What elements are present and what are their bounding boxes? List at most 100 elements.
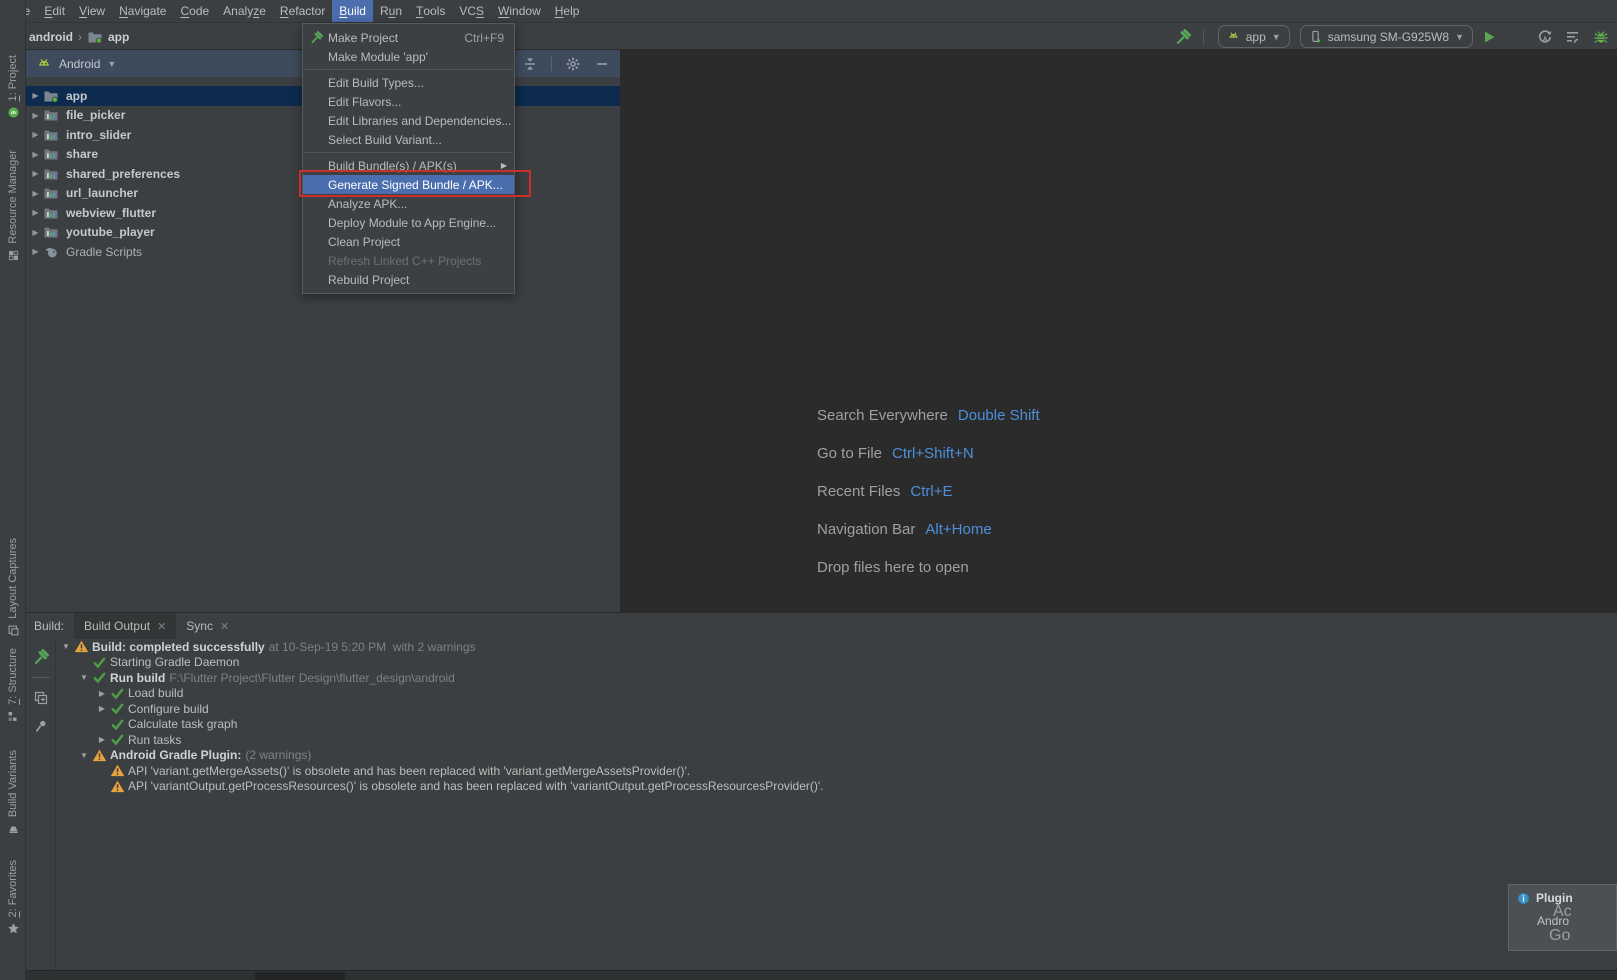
expand-chevron-icon[interactable]: ▶ — [29, 91, 42, 100]
menu-tools[interactable]: Tools — [409, 0, 452, 22]
menu-vcs[interactable]: VCS — [452, 0, 491, 22]
pin-icon[interactable] — [33, 718, 49, 734]
menu-run[interactable]: Run — [373, 0, 409, 22]
hammer-icon — [1175, 29, 1191, 45]
notification-balloon[interactable]: Plugin Ac Andro Go — [1508, 884, 1617, 951]
resource-manager-icon — [7, 249, 20, 262]
menu-help[interactable]: Help — [548, 0, 587, 22]
menu-code[interactable]: Code — [173, 0, 216, 22]
android-studio-window: FileEditViewNavigateCodeAnalyzeRefactorB… — [0, 0, 1617, 980]
menu-item-build-bundle-s-apk-s[interactable]: Build Bundle(s) / APK(s)▶ — [303, 156, 514, 175]
expand-chevron-icon[interactable]: ▶ — [29, 189, 42, 198]
menu-item-refresh-linked-c-projects[interactable]: Refresh Linked C++ Projects — [303, 251, 514, 270]
tree-item-label: webview_flutter — [66, 206, 156, 220]
build-menu-popup: Make ProjectCtrl+F9 Make Module 'app' Edit… — [302, 23, 515, 294]
close-tab-icon[interactable]: ✕ — [157, 620, 166, 633]
expand-chevron-icon[interactable]: ▶ — [29, 150, 42, 159]
tab-sync[interactable]: Sync✕ — [176, 613, 239, 639]
tool-window-button-2-favorites[interactable]: 2: Favorites — [0, 860, 26, 935]
log-text: API 'variantOutput.getProcessResources()… — [128, 779, 824, 793]
close-tab-icon[interactable]: ✕ — [220, 620, 229, 633]
expander-right-icon[interactable]: ▶ — [94, 735, 110, 744]
build-log-line: ▼Build: completed successfullyat 10-Sep-… — [57, 639, 1617, 655]
log-text-muted: at 10-Sep-19 5:20 PM with 2 warnings — [269, 640, 476, 654]
expander-right-icon[interactable]: ▶ — [94, 689, 110, 698]
tool-window-button-build-variants[interactable]: Build Variants — [0, 750, 26, 835]
menu-item-edit-build-types[interactable]: Edit Build Types... — [303, 73, 514, 92]
expander-down-icon[interactable]: ▼ — [76, 751, 92, 760]
menu-item-make-module-app[interactable]: Make Module 'app' — [303, 47, 514, 66]
menu-window[interactable]: Window — [491, 0, 548, 22]
gear-icon[interactable] — [565, 56, 581, 72]
expand-chevron-icon[interactable]: ▶ — [29, 208, 42, 217]
tool-window-button-layout-captures[interactable]: Layout Captures — [0, 538, 26, 637]
log-text: Configure build — [128, 702, 209, 716]
menu-item-edit-libraries-and-dependencies[interactable]: Edit Libraries and Dependencies... — [303, 111, 514, 130]
build-log-line: ▶ Configure build — [57, 701, 1617, 717]
build-hammer-button[interactable] — [1172, 26, 1194, 48]
device-select[interactable]: samsung SM-G925W8 ▼ — [1300, 25, 1473, 48]
menu-item-make-project[interactable]: Make ProjectCtrl+F9 — [303, 28, 514, 47]
breadcrumb-separator: › — [78, 30, 82, 44]
menu-view[interactable]: View — [72, 0, 112, 22]
hint-label: Drop files here to open — [817, 559, 969, 576]
expander-down-icon[interactable]: ▼ — [76, 673, 92, 682]
menu-item-label: Deploy Module to App Engine... — [328, 216, 514, 230]
expander-right-icon[interactable]: ▶ — [94, 704, 110, 713]
tree-item-label: app — [66, 89, 87, 103]
menu-item-label: Select Build Variant... — [328, 133, 514, 147]
breadcrumb-app[interactable]: app — [87, 29, 129, 45]
menu-build[interactable]: Build — [332, 0, 373, 22]
project-view-selector[interactable]: Android — [59, 57, 100, 71]
menu-item-generate-signed-bundle-apk[interactable]: Generate Signed Bundle / APK... — [303, 175, 514, 194]
log-text-bold: Android Gradle Plugin: — [110, 748, 241, 762]
profile-button[interactable] — [1562, 26, 1584, 48]
expand-chevron-icon[interactable]: ▶ — [29, 130, 42, 139]
run-button[interactable] — [1478, 26, 1500, 48]
export-log-icon[interactable] — [33, 690, 49, 706]
menu-item-clean-project[interactable]: Clean Project — [303, 232, 514, 251]
tool-window-button-resource-manager[interactable]: Resource Manager — [0, 150, 26, 262]
menu-item-rebuild-project[interactable]: Rebuild Project — [303, 270, 514, 289]
expander-down-icon[interactable]: ▼ — [58, 642, 74, 651]
gutter-separator — [32, 677, 50, 678]
hint-drop-files-here-to-open: Drop files here to open — [817, 548, 1040, 586]
expand-chevron-icon[interactable]: ▶ — [29, 228, 42, 237]
tool-window-button-7-structure[interactable]: 7: Structure — [0, 648, 26, 723]
collapse-all-icon[interactable] — [522, 56, 538, 72]
tree-item-label: share — [66, 147, 98, 161]
expand-chevron-icon[interactable]: ▶ — [29, 111, 42, 120]
chevron-down-icon[interactable]: ▼ — [107, 59, 116, 69]
hide-panel-icon[interactable] — [594, 56, 610, 72]
tree-item-label: youtube_player — [66, 225, 155, 239]
run-config-select[interactable]: app ▼ — [1218, 25, 1290, 48]
menu-item-analyze-apk[interactable]: Analyze APK... — [303, 194, 514, 213]
expand-chevron-icon[interactable]: ▶ — [29, 169, 42, 178]
tab-build-output[interactable]: Build Output✕ — [74, 613, 176, 639]
module-icon — [43, 166, 59, 182]
folder-app-icon — [43, 88, 59, 104]
menu-analyze[interactable]: Analyze — [216, 0, 273, 22]
menu-item-select-build-variant[interactable]: Select Build Variant... — [303, 130, 514, 149]
menu-separator — [303, 66, 514, 73]
android-head-icon — [1227, 30, 1240, 43]
menu-refactor[interactable]: Refactor — [273, 0, 332, 22]
tool-window-button-1-project[interactable]: 1: Project — [0, 55, 26, 119]
menu-navigate[interactable]: Navigate — [112, 0, 173, 22]
expand-chevron-icon[interactable]: ▶ — [29, 247, 42, 256]
folder-app-icon — [87, 29, 103, 45]
debug-button[interactable] — [1590, 26, 1612, 48]
chevron-down-icon: ▼ — [1455, 32, 1464, 42]
hint-shortcut: Ctrl+E — [910, 483, 952, 500]
apply-changes-button[interactable]: A — [1534, 26, 1556, 48]
notification-clipped-text: Andro — [1537, 914, 1569, 928]
menu-item-label: Make Project — [328, 31, 464, 45]
hint-shortcut: Alt+Home — [925, 521, 991, 538]
build-tabs: Build Output✕Sync✕ — [74, 613, 239, 639]
menu-item-deploy-module-to-app-engine[interactable]: Deploy Module to App Engine... — [303, 213, 514, 232]
menu-edit[interactable]: Edit — [37, 0, 72, 22]
run-config-label: app — [1246, 30, 1266, 44]
rerun-build-icon[interactable] — [33, 649, 49, 665]
menu-item-label: Make Module 'app' — [328, 50, 514, 64]
menu-item-edit-flavors[interactable]: Edit Flavors... — [303, 92, 514, 111]
